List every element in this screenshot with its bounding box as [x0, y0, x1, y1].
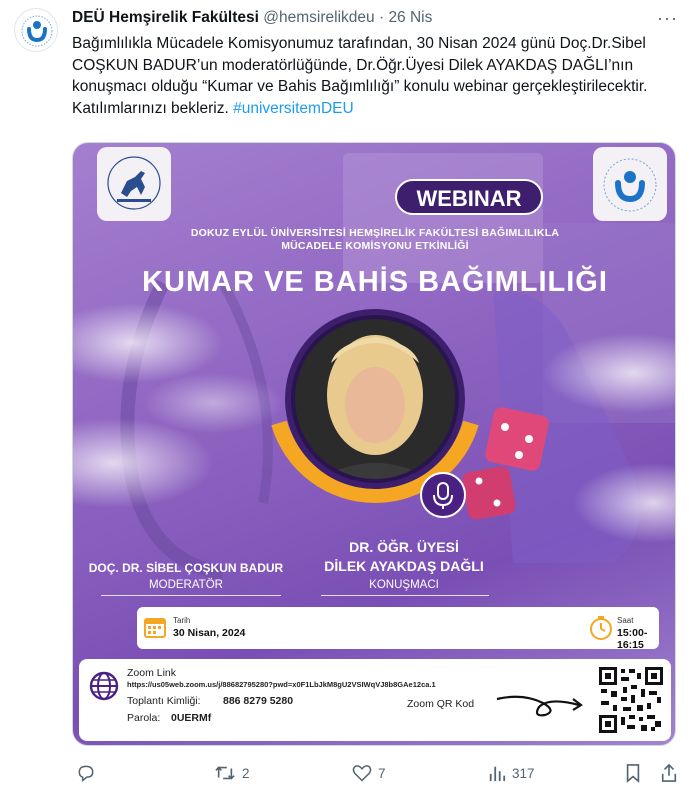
author-name[interactable]: DEÜ Hemşirelik Fakültesi — [72, 9, 259, 26]
share-button[interactable] — [660, 760, 678, 786]
zoom-info-box: Zoom Link https://us05web.zoom.us/j/8868… — [79, 659, 671, 741]
zoom-label: Zoom Link — [127, 667, 177, 679]
more-icon[interactable]: ··· — [657, 8, 678, 29]
divider — [101, 595, 281, 596]
university-logo — [97, 147, 171, 221]
reply-icon — [78, 765, 94, 783]
clock-icon — [590, 616, 612, 640]
faculty-logo-icon — [603, 158, 657, 212]
faculty-logo-icon — [17, 11, 57, 51]
avatar[interactable] — [14, 8, 58, 52]
tweet-actions: 2 7 317 — [0, 760, 694, 786]
meeting-id-label: Toplantı Kimliği: — [127, 695, 201, 707]
tweet-body: Bağımlılıkla Mücadele Komisyonumuz taraf… — [72, 35, 648, 117]
qr-code-icon[interactable] — [597, 665, 665, 735]
poster-subtitle-1: DOKUZ EYLÜL ÜNİVERSİTESİ HEMŞİRELİK FAKÜ… — [190, 227, 560, 239]
speaker-name: DİLEK AYAKDAŞ DAĞLI — [324, 558, 484, 574]
like-count: 7 — [378, 765, 386, 781]
speaker-role: KONUŞMACI — [369, 579, 439, 591]
date-time-bar: Tarih 30 Nisan, 2024 Saat 15:00-16:15 — [137, 607, 659, 651]
share-icon — [661, 763, 677, 782]
like-button[interactable]: 7 — [352, 760, 386, 786]
globe-icon — [89, 671, 119, 701]
bookmark-button[interactable] — [624, 760, 642, 786]
hashtag-link[interactable]: #universitemDEU — [233, 100, 354, 117]
moderator-role: MODERATÖR — [149, 579, 223, 591]
faculty-logo — [593, 147, 667, 221]
time-value: 15:00-16:15 — [617, 627, 648, 651]
time-label: Saat — [617, 616, 634, 625]
zoom-url[interactable]: https://us05web.zoom.us/j/88682795280?pw… — [127, 680, 436, 689]
views-button[interactable]: 317 — [488, 760, 535, 786]
horse-emblem-icon — [107, 156, 161, 210]
view-count: 317 — [512, 765, 535, 781]
qr-label: Zoom QR Kod — [407, 698, 475, 710]
password-label: Parola: — [127, 712, 161, 724]
divider — [321, 595, 489, 596]
like-icon — [352, 765, 372, 782]
retweet-icon — [215, 766, 235, 780]
webinar-badge: WEBINAR — [395, 179, 543, 215]
tweet: DEÜ Hemşirelik Fakültesi @hemsirelikdeu … — [0, 0, 694, 796]
meeting-id: 886 8279 5280 — [223, 695, 294, 707]
arrow-icon — [496, 695, 583, 717]
retweet-count: 2 — [242, 765, 250, 781]
tweet-date[interactable]: 26 Nis — [388, 9, 432, 26]
bookmark-icon — [626, 764, 640, 783]
separator: · — [378, 9, 385, 26]
poster-title: KUMAR VE BAHİS BAĞIMLILIĞI — [142, 266, 608, 298]
reply-button[interactable] — [76, 760, 102, 786]
tweet-text: Bağımlılıkla Mücadele Komisyonumuz taraf… — [72, 33, 684, 119]
views-icon — [489, 766, 506, 782]
moderator-name: DOÇ. DR. SİBEL ÇOŞKUN BADUR — [88, 561, 284, 575]
password-value: 0UERMf — [171, 712, 212, 724]
author-handle[interactable]: @hemsirelikdeu — [263, 9, 374, 26]
date-value: 30 Nisan, 2024 — [173, 627, 246, 639]
tweet-header: DEÜ Hemşirelik Fakültesi @hemsirelikdeu … — [72, 9, 672, 31]
retweet-button[interactable]: 2 — [214, 760, 250, 786]
date-label: Tarih — [173, 616, 191, 625]
poster-subtitle-2: MÜCADELE KOMİSYONU ETKİNLİĞİ — [281, 240, 469, 252]
calendar-icon — [144, 618, 166, 638]
speaker-title: DR. ÖĞR. ÜYESİ — [349, 539, 459, 555]
tweet-image[interactable]: WEBINAR DOKUZ EYLÜL ÜNİVERSİTESİ HEMŞİRE… — [72, 142, 676, 746]
